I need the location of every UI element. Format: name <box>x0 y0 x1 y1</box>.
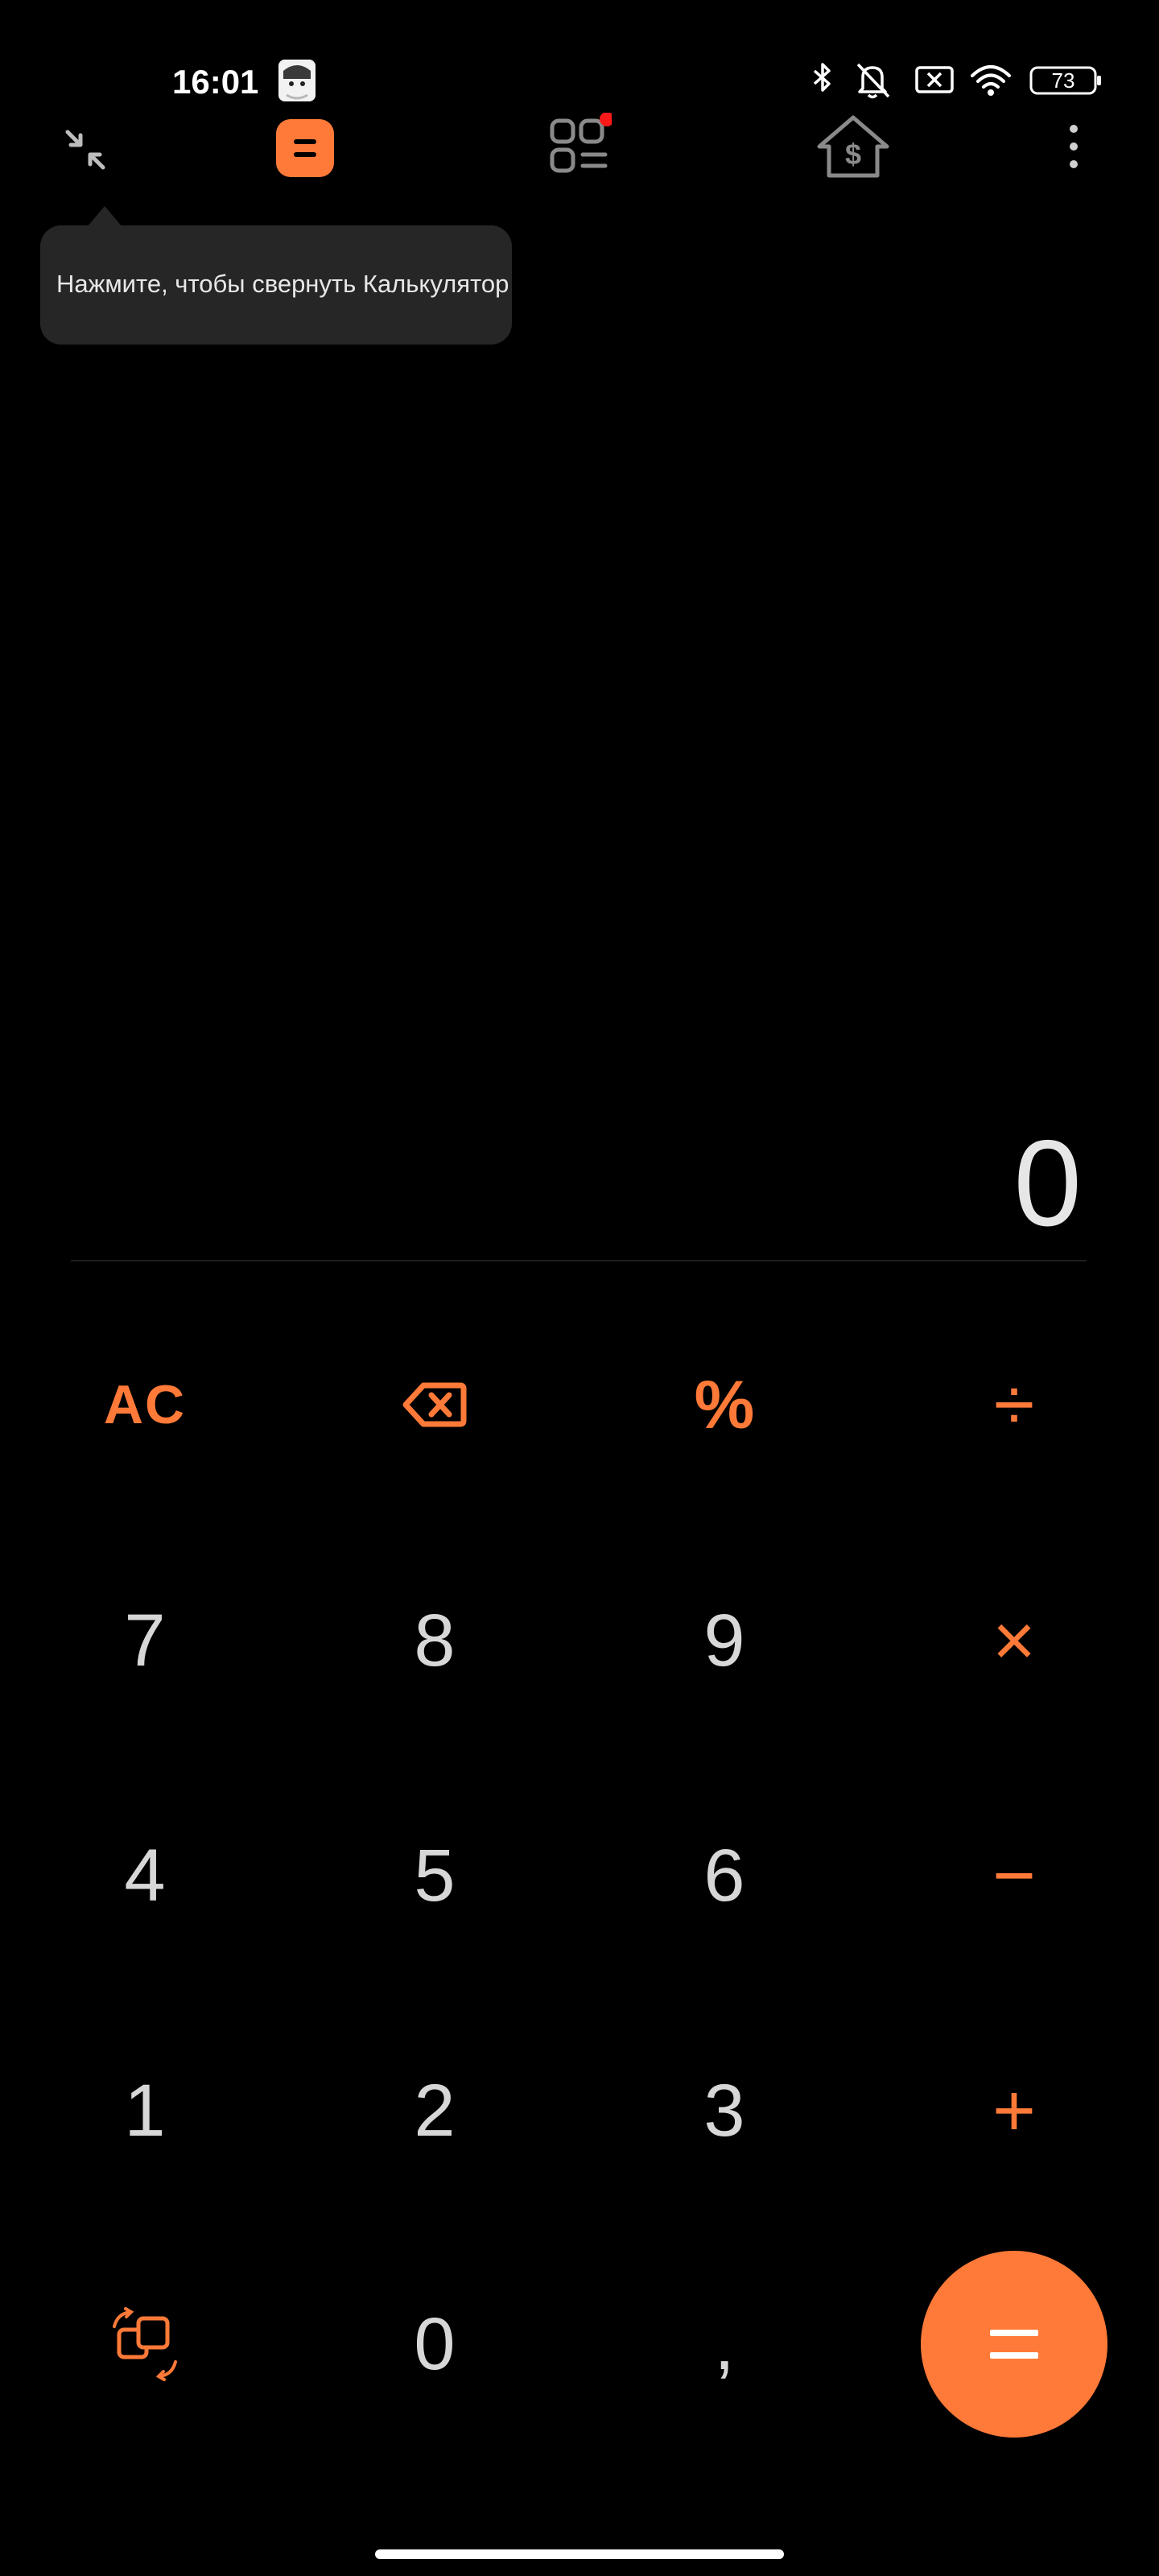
equals-button[interactable] <box>921 2251 1107 2438</box>
digit-8-button[interactable]: 8 <box>338 1560 531 1721</box>
digit-0-label: 0 <box>414 2303 456 2385</box>
more-icon <box>1070 125 1078 168</box>
mode-switch-button[interactable] <box>48 2264 241 2425</box>
digit-4-label: 4 <box>124 1835 166 1917</box>
digit-3-button[interactable]: 3 <box>628 2030 821 2191</box>
divide-button[interactable]: ÷ <box>918 1324 1111 1485</box>
digit-8-label: 8 <box>414 1600 456 1682</box>
plus-button[interactable]: + <box>918 2030 1111 2191</box>
equals-icon <box>990 2330 1038 2336</box>
converter-button[interactable] <box>547 113 612 177</box>
backspace-button[interactable] <box>338 1324 531 1485</box>
wifi-icon <box>969 56 1013 105</box>
multiply-label: × <box>992 1600 1036 1682</box>
tooltip-text: Нажмите, чтобы свернуть Калькулятор <box>56 270 509 298</box>
comma-label: , <box>714 2303 735 2385</box>
home-indicator[interactable] <box>375 2549 784 2559</box>
app-notification-icon <box>278 60 316 101</box>
digit-9-label: 9 <box>703 1600 745 1682</box>
battery-icon: 73 <box>1029 56 1103 105</box>
calculator-mode-button[interactable] <box>276 119 334 177</box>
digit-2-label: 2 <box>414 2070 456 2152</box>
minus-label: − <box>992 1835 1036 1917</box>
clear-button[interactable]: AC <box>48 1324 241 1485</box>
percent-button[interactable]: % <box>628 1324 821 1485</box>
minus-button[interactable]: − <box>918 1795 1111 1956</box>
status-time: 16:01 <box>172 63 259 101</box>
divide-label: ÷ <box>993 1364 1035 1446</box>
digit-7-label: 7 <box>124 1600 166 1682</box>
no-sim-icon <box>914 56 955 105</box>
multiply-button[interactable]: × <box>918 1560 1111 1721</box>
more-options-button[interactable] <box>1059 121 1088 172</box>
backspace-icon <box>402 1382 467 1427</box>
digit-4-button[interactable]: 4 <box>48 1795 241 1956</box>
collapse-button[interactable] <box>56 121 114 179</box>
digit-6-button[interactable]: 6 <box>628 1795 821 1956</box>
bluetooth-icon <box>808 56 837 105</box>
digit-9-button[interactable]: 9 <box>628 1560 821 1721</box>
battery-level: 73 <box>1051 68 1075 93</box>
plus-label: + <box>992 2070 1036 2152</box>
display-divider <box>71 1260 1087 1261</box>
digit-1-button[interactable]: 1 <box>48 2030 241 2191</box>
digit-7-button[interactable]: 7 <box>48 1560 241 1721</box>
digit-2-button[interactable]: 2 <box>338 2030 531 2191</box>
digit-0-button[interactable]: 0 <box>338 2264 531 2425</box>
currency-house-icon: $ <box>817 115 889 178</box>
digit-6-label: 6 <box>703 1835 745 1917</box>
muted-bell-icon <box>852 56 893 105</box>
calculator-mode-icon <box>294 139 316 144</box>
svg-text:$: $ <box>845 138 861 171</box>
rotate-icon <box>113 2307 177 2381</box>
digit-5-button[interactable]: 5 <box>338 1795 531 1956</box>
tooltip-arrow <box>87 206 122 227</box>
digit-1-label: 1 <box>124 2070 166 2152</box>
result-display: 0 <box>1013 1115 1082 1252</box>
mortgage-button[interactable]: $ <box>815 113 892 182</box>
digit-5-label: 5 <box>414 1835 456 1917</box>
collapse-icon <box>65 130 105 170</box>
clear-label: AC <box>103 1374 187 1435</box>
percent-label: % <box>694 1367 755 1443</box>
digit-3-label: 3 <box>703 2070 745 2152</box>
comma-button[interactable]: , <box>628 2264 821 2425</box>
apps-grid-icon <box>550 113 612 173</box>
